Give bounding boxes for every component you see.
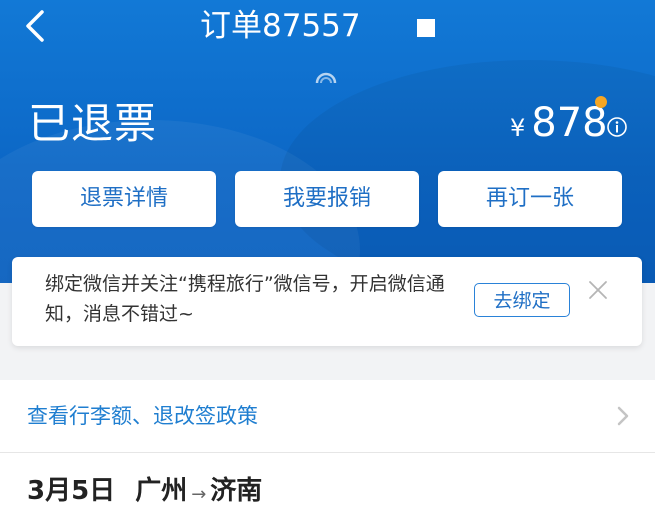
trip-route: 3月5日 广州 → 济南: [27, 471, 262, 511]
reimburse-button[interactable]: 我要报销: [235, 171, 419, 227]
bind-wechat-button[interactable]: 去绑定: [474, 283, 570, 317]
info-icon[interactable]: [606, 116, 628, 138]
destination-city: 济南: [210, 476, 263, 506]
order-header: 订单87557 已退票 ¥ 878 退票详情 我要报销 再订一张: [0, 0, 655, 283]
redaction-square: [417, 19, 435, 37]
close-icon[interactable]: [586, 278, 610, 302]
baggage-policy-row[interactable]: 查看行李额、退改签政策: [0, 380, 655, 453]
order-number-title: 订单87557: [200, 8, 361, 44]
back-button[interactable]: [18, 8, 54, 44]
trip-date: 3月5日: [27, 476, 116, 506]
price-amount: 878: [531, 100, 608, 146]
notification-dot: [595, 96, 607, 108]
refund-details-button[interactable]: 退票详情: [32, 171, 216, 227]
baggage-policy-link: 查看行李额、退改签政策: [27, 404, 258, 428]
trip-summary: 3月5日 广州 → 济南: [0, 453, 655, 527]
route-arrow: →: [191, 484, 207, 505]
order-price: ¥ 878: [510, 100, 608, 146]
wechat-bind-banner: 绑定微信并关注“携程旅行”微信号，开启微信通知，消息不错过~ 去绑定: [12, 257, 642, 346]
chevron-right-icon: [617, 406, 629, 426]
loading-icon: [315, 72, 337, 84]
ticket-status: 已退票: [28, 99, 158, 148]
origin-city: 广州: [135, 476, 188, 506]
rebook-button[interactable]: 再订一张: [438, 171, 622, 227]
wechat-bind-message: 绑定微信并关注“携程旅行”微信号，开启微信通知，消息不错过~: [45, 273, 445, 325]
price-currency: ¥: [510, 114, 526, 142]
chevron-left-icon: [26, 10, 44, 42]
